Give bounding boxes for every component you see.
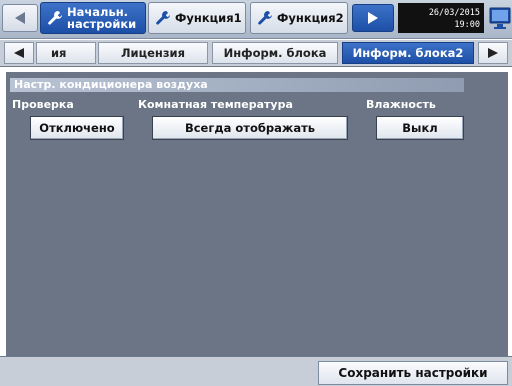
content-panel: Настр. кондиционера воздуха Проверка Ком… [6, 72, 508, 356]
tab-partial-label: ия [51, 46, 67, 60]
room-temp-button[interactable]: Всегда отображать [152, 116, 348, 140]
check-button[interactable]: Отключено [30, 116, 124, 140]
humidity-button[interactable]: Выкл [376, 116, 464, 140]
tab-unit-info2[interactable]: Информ. блока2 [342, 42, 474, 64]
tab-unit-info2-label: Информ. блока2 [352, 46, 464, 60]
clock-display: 26/03/2015 19:00 [398, 3, 484, 33]
monitor-icon[interactable] [488, 5, 512, 31]
humidity-label: Влажность [366, 98, 436, 111]
tab-function1-label: Функция1 [175, 11, 242, 25]
tab-function1[interactable]: Функция1 [148, 2, 246, 34]
arrow-right-icon [488, 48, 498, 58]
tab-initial-line2: настройки [67, 17, 137, 31]
arrow-right-icon [368, 12, 378, 24]
clock-time: 19:00 [454, 20, 480, 30]
tab-initial-settings[interactable]: Начальн. настройки [40, 2, 146, 34]
tab-unit-info[interactable]: Информ. блока [212, 42, 338, 64]
tab-license[interactable]: Лицензия [98, 42, 208, 64]
wrench-icon [258, 11, 272, 25]
top-tab-bar: Начальн. настройки Функция1 Функция2 26/… [0, 0, 512, 39]
room-temp-label: Комнатная температура [138, 98, 293, 111]
tab-function2-label: Функция2 [277, 11, 344, 25]
sub-right-arrow-button[interactable] [478, 42, 508, 64]
arrow-left-icon [15, 12, 25, 24]
sub-tab-bar: ия Лицензия Информ. блока Информ. блока2 [0, 40, 512, 67]
screen: Начальн. настройки Функция1 Функция2 26/… [0, 0, 512, 386]
bottom-bar: Сохранить настройки [0, 356, 512, 386]
tab-initial-settings-label: Начальн. настройки [67, 6, 136, 30]
tab-function2[interactable]: Функция2 [250, 2, 348, 34]
tab-license-label: Лицензия [120, 46, 185, 60]
wrench-icon [48, 11, 62, 25]
top-right-arrow-button[interactable] [352, 4, 394, 32]
check-label: Проверка [12, 98, 74, 111]
top-left-arrow-button[interactable] [2, 4, 38, 32]
section-title: Настр. кондиционера воздуха [10, 78, 464, 92]
tab-partial-hidden[interactable]: ия [36, 42, 96, 64]
save-settings-button[interactable]: Сохранить настройки [318, 361, 508, 385]
arrow-left-icon [14, 48, 24, 58]
tab-unit-info-label: Информ. блока [223, 46, 327, 60]
wrench-icon [156, 11, 170, 25]
sub-left-arrow-button[interactable] [4, 42, 34, 64]
clock-date: 26/03/2015 [428, 8, 480, 18]
